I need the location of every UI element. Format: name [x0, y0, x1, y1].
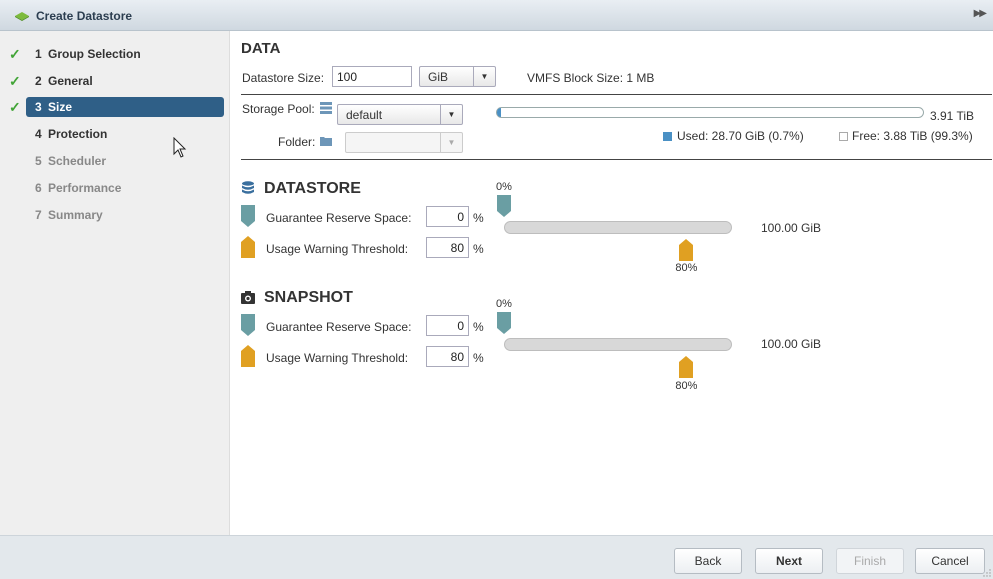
- storage-pool-total: 3.91 TiB: [930, 109, 975, 123]
- storage-pool-used-fill: [497, 108, 501, 117]
- next-button[interactable]: Next: [755, 548, 823, 574]
- snapshot-reserve-label: Guarantee Reserve Space:: [266, 320, 412, 334]
- chevron-down-icon: ▼: [440, 105, 462, 124]
- database-icon: [242, 181, 254, 194]
- step-label: Size: [48, 100, 73, 114]
- data-heading: DATA: [241, 40, 281, 57]
- chevron-down-icon: ▼: [473, 67, 495, 86]
- free-legend-label: Free: 3.88 TiB (99.3%): [852, 129, 973, 143]
- vmfs-block-size: VMFS Block Size: 1 MB: [527, 71, 655, 85]
- used-legend-label: Used: 28.70 GiB (0.7%): [677, 129, 804, 143]
- wizard-steps: ✓ 1 Group Selection ✓ 2 General ✓ 3 Size…: [0, 31, 230, 535]
- datastore-reserve-slider-handle[interactable]: [497, 195, 511, 217]
- step-label: Group Selection: [48, 47, 141, 61]
- snapshot-warning-slider-handle[interactable]: [679, 356, 694, 378]
- warning-marker-icon: [241, 345, 255, 367]
- step-number: 2: [35, 74, 42, 88]
- snapshot-reserve-input[interactable]: 0: [426, 315, 469, 336]
- storage-pool-usage-bar: [496, 107, 924, 118]
- step-summary: 7 Summary: [0, 204, 230, 226]
- folder-select: ▼: [345, 132, 463, 153]
- step-size[interactable]: ✓ 3 Size: [0, 96, 230, 118]
- main-panel: DATA Datastore Size: 100 GiB ▼ VMFS Bloc…: [231, 31, 993, 535]
- size-unit-value: GiB: [428, 70, 449, 84]
- warning-marker-icon: [241, 236, 255, 258]
- datastore-warning-slider-handle[interactable]: [679, 239, 694, 261]
- step-number: 1: [35, 47, 42, 61]
- folder-icon: [320, 137, 332, 146]
- free-legend-swatch: [839, 132, 848, 141]
- cancel-button[interactable]: Cancel: [915, 548, 985, 574]
- check-icon: ✓: [9, 73, 21, 89]
- step-number: 6: [35, 181, 42, 195]
- camera-icon: [241, 291, 255, 304]
- datastore-size-value: 100.00 GiB: [761, 221, 822, 235]
- datastore-zero-percent: 0%: [496, 181, 512, 193]
- size-unit-select[interactable]: GiB ▼: [419, 66, 496, 87]
- snapshot-reserve-slider-handle[interactable]: [497, 312, 511, 334]
- datastore-warning-percent: 80%: [675, 262, 698, 274]
- step-number: 3: [35, 100, 42, 114]
- datastore-size-input[interactable]: 100: [332, 66, 412, 87]
- resize-grip-icon[interactable]: [983, 569, 991, 577]
- step-general[interactable]: ✓ 2 General: [0, 70, 230, 92]
- check-icon: ✓: [9, 99, 21, 115]
- storage-pool-value: default: [346, 108, 383, 122]
- snapshot-slider-track[interactable]: [504, 338, 732, 351]
- percent-unit: %: [473, 242, 484, 256]
- step-label: General: [48, 74, 93, 88]
- datastore-warning-label: Usage Warning Threshold:: [266, 242, 409, 256]
- step-label: Summary: [48, 208, 103, 222]
- folder-label: Folder:: [278, 135, 316, 149]
- title-bar: Create Datastore ▶▶: [0, 0, 993, 31]
- datastore-warning-input[interactable]: 80: [426, 237, 469, 258]
- snapshot-warning-label: Usage Warning Threshold:: [266, 351, 409, 365]
- snapshot-size-value: 100.00 GiB: [761, 337, 822, 351]
- datastore-size-label: Datastore Size:: [242, 71, 325, 85]
- step-number: 4: [35, 127, 42, 141]
- step-group-selection[interactable]: ✓ 1 Group Selection: [0, 43, 230, 65]
- reserve-marker-icon: [241, 314, 255, 336]
- chevron-down-icon: ▼: [440, 133, 462, 152]
- finish-button: Finish: [836, 548, 904, 574]
- step-protection[interactable]: 4 Protection: [0, 123, 230, 145]
- used-legend-swatch: [663, 132, 672, 141]
- storage-pool-icon: [320, 102, 332, 114]
- datastore-reserve-label: Guarantee Reserve Space:: [266, 211, 412, 225]
- check-icon: ✓: [9, 46, 21, 62]
- step-label: Performance: [48, 181, 122, 195]
- snapshot-section-title: SNAPSHOT: [264, 289, 353, 306]
- datastore-wizard-icon: [15, 12, 29, 21]
- snapshot-warning-input[interactable]: 80: [426, 346, 469, 367]
- percent-unit: %: [473, 320, 484, 334]
- datastore-slider-track[interactable]: [504, 221, 732, 234]
- datastore-section-title: DATASTORE: [264, 180, 361, 197]
- expand-icon[interactable]: ▶▶: [974, 8, 987, 19]
- snapshot-warning-percent: 80%: [675, 380, 698, 392]
- reserve-marker-icon: [241, 205, 255, 227]
- percent-unit: %: [473, 351, 484, 365]
- wizard-footer: Back Next Finish Cancel: [0, 535, 993, 579]
- divider: [241, 159, 992, 160]
- step-label: Protection: [48, 127, 108, 141]
- window-title: Create Datastore: [36, 9, 133, 23]
- snapshot-zero-percent: 0%: [496, 298, 512, 310]
- step-number: 7: [35, 208, 42, 222]
- storage-pool-label: Storage Pool:: [242, 102, 315, 116]
- mouse-cursor-icon: [173, 137, 187, 158]
- step-number: 5: [35, 154, 42, 168]
- datastore-reserve-input[interactable]: 0: [426, 206, 469, 227]
- storage-pool-select[interactable]: default ▼: [337, 104, 463, 125]
- percent-unit: %: [473, 211, 484, 225]
- back-button[interactable]: Back: [674, 548, 742, 574]
- step-scheduler: 5 Scheduler: [0, 150, 230, 172]
- step-label: Scheduler: [48, 154, 107, 168]
- divider: [241, 94, 992, 95]
- step-performance: 6 Performance: [0, 177, 230, 199]
